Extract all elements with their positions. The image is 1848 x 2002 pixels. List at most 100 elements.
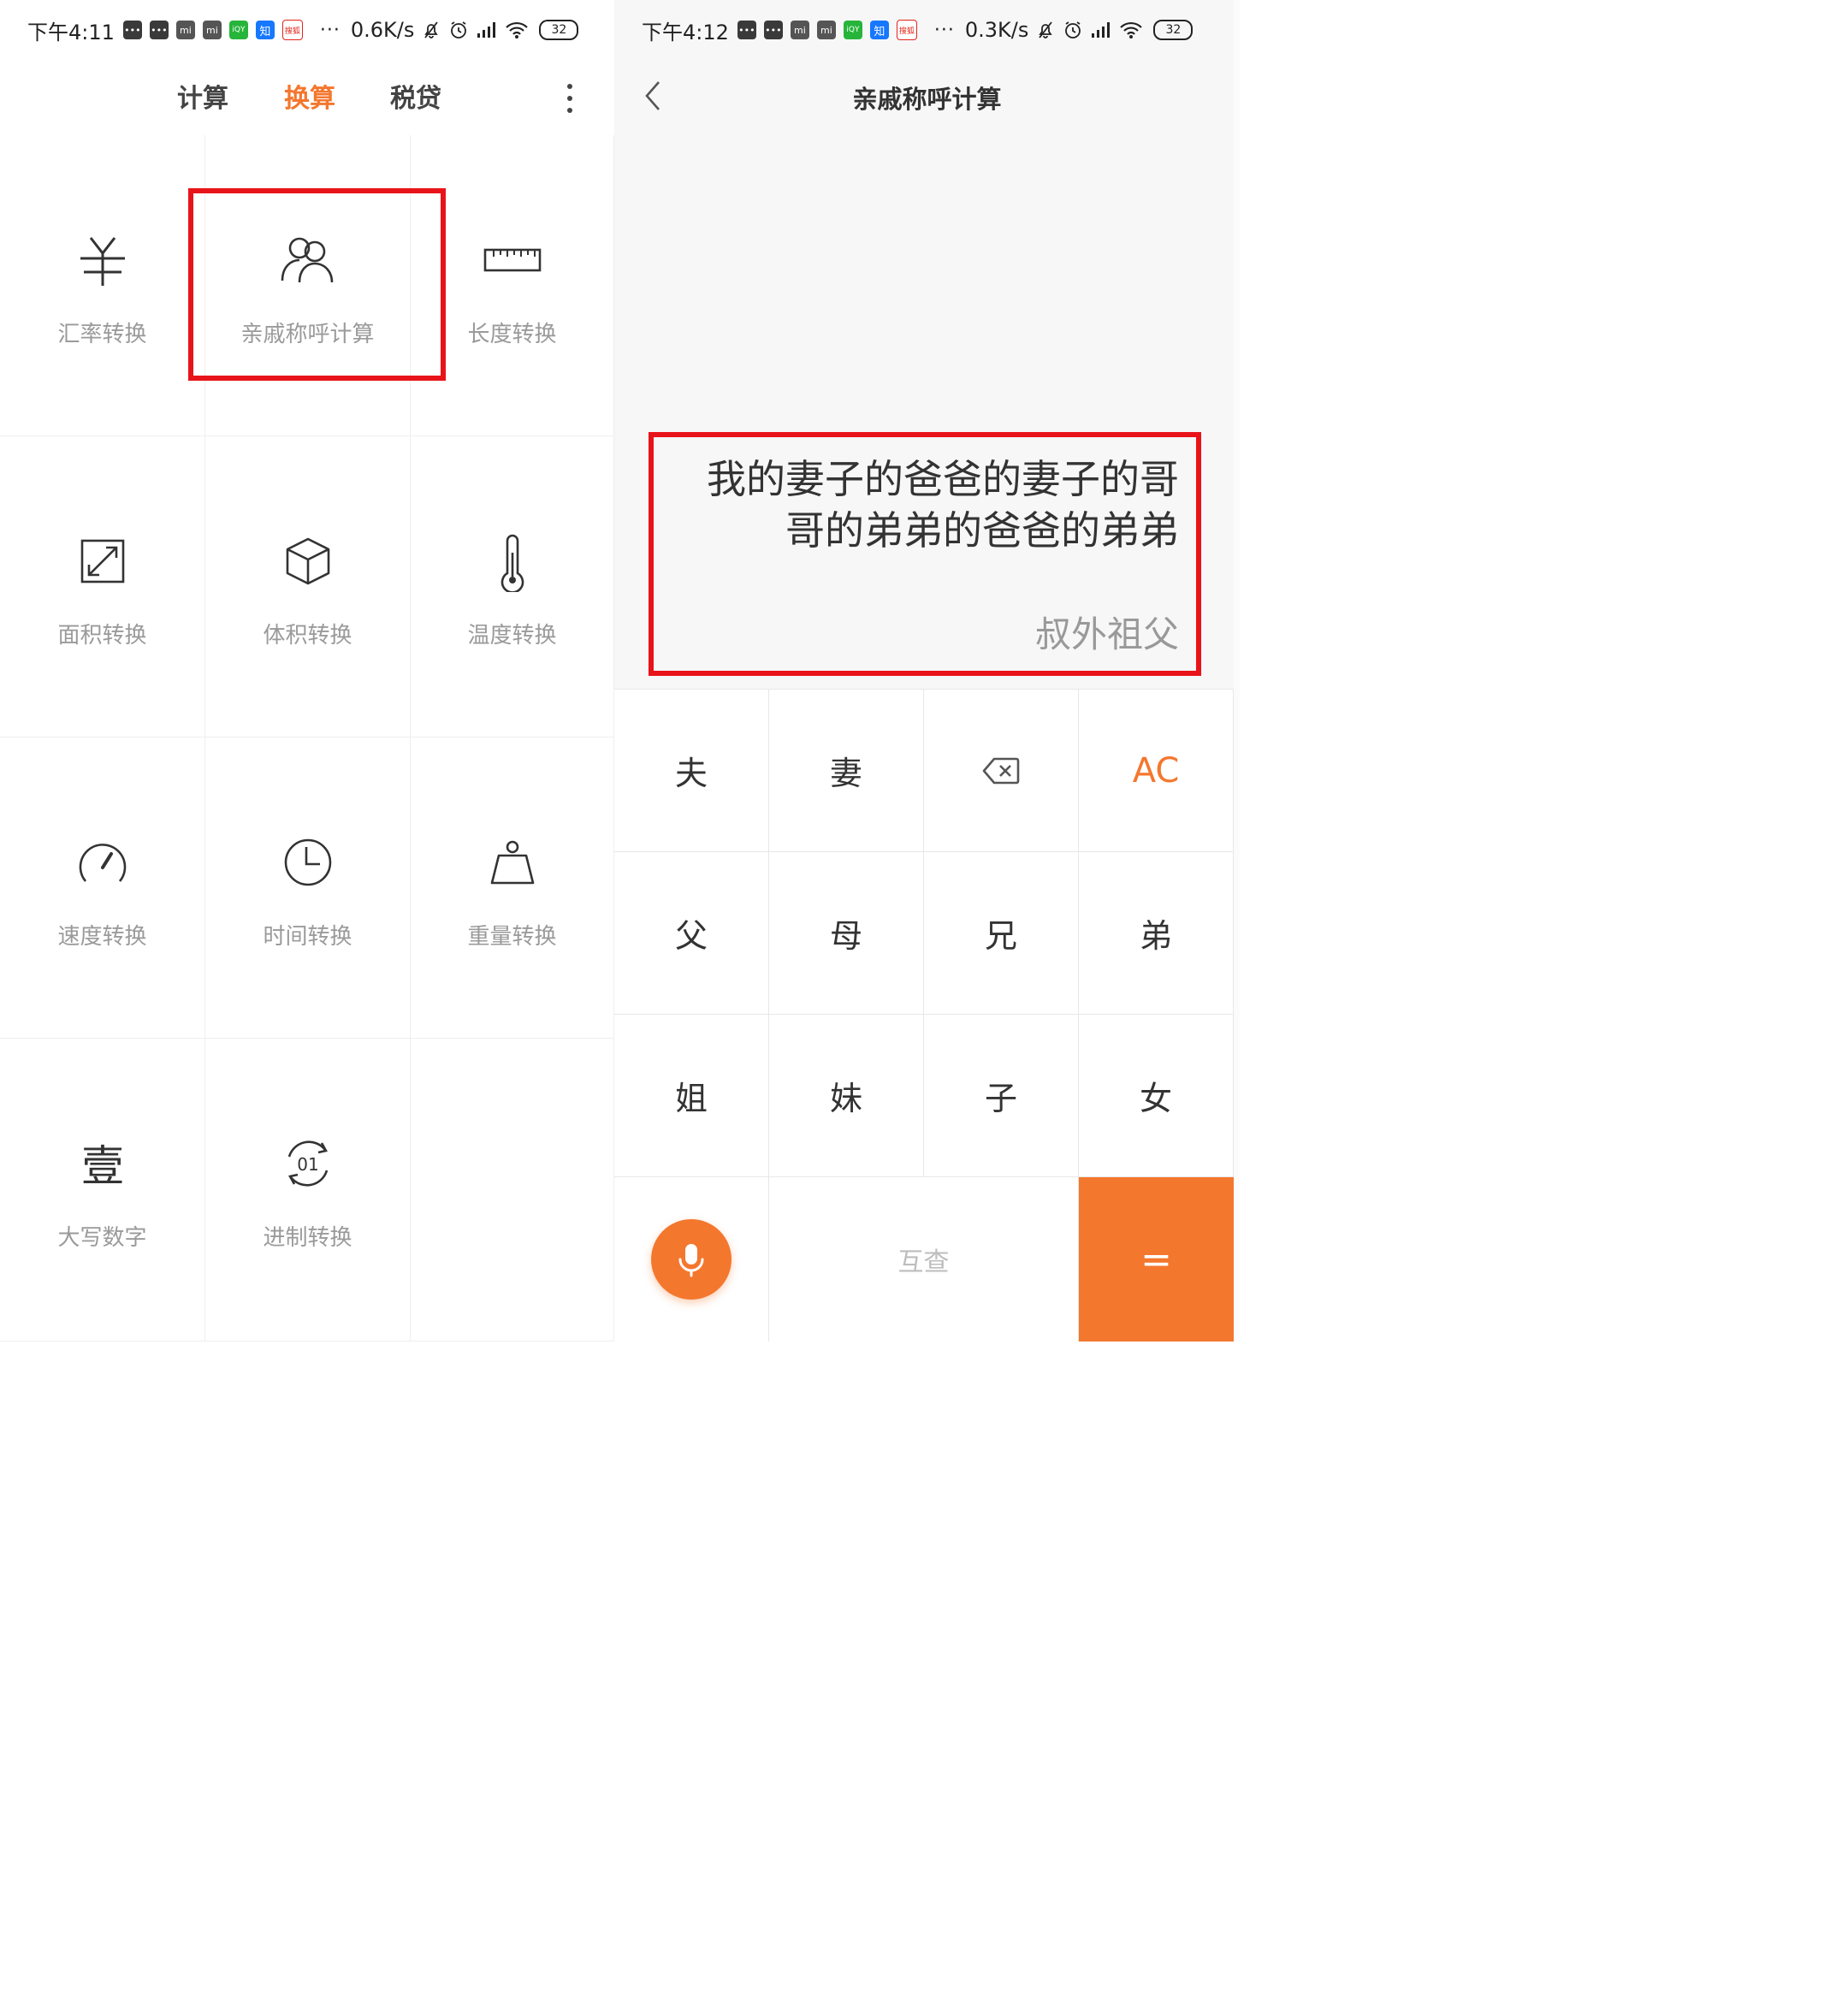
- notification-icons: ••• ••• mi mi iQY 知 搜狐: [122, 20, 303, 40]
- relation-display: 我的妻子的爸爸的妻子的哥 哥的弟弟的爸爸的弟弟 叔外祖父: [666, 453, 1179, 655]
- status-bar: 下午4:11 ••• ••• mi mi iQY 知 搜狐 ··· 0.6K/s…: [0, 0, 614, 60]
- tool-chinese-numerals[interactable]: 壹 大写数字: [0, 1039, 205, 1342]
- relation-keypad: 夫 妻 AC 父 母 兄 弟 姐 妹 子 女 互查 =: [614, 689, 1234, 1342]
- clear-button[interactable]: AC: [1079, 690, 1234, 852]
- iqiyi-icon: iQY: [843, 21, 862, 39]
- battery-indicator: 32: [1153, 20, 1194, 40]
- yen-icon: [80, 237, 125, 286]
- message-icon: •••: [737, 21, 756, 39]
- message-icon: •••: [149, 21, 169, 39]
- voice-input-button[interactable]: [651, 1219, 732, 1300]
- sohu-video-icon: 搜狐: [896, 20, 917, 40]
- top-tabs: 计算 换算 税贷: [0, 68, 614, 123]
- svg-text:01: 01: [297, 1154, 318, 1175]
- system-icons: 32: [1035, 20, 1194, 40]
- relation-expression-line1: 我的妻子的爸爸的妻子的哥: [707, 456, 1179, 502]
- key-wife[interactable]: 妻: [769, 690, 924, 852]
- equals-button[interactable]: =: [1079, 1177, 1234, 1342]
- tool-speed[interactable]: 速度转换: [0, 737, 205, 1039]
- tool-label: 进制转换: [263, 1225, 352, 1251]
- mute-icon: [424, 21, 439, 38]
- tool-area[interactable]: 面积转换: [0, 436, 205, 737]
- more-options-icon[interactable]: [560, 84, 580, 113]
- voice-input-cell: [614, 1177, 769, 1342]
- weight-icon: [490, 840, 534, 885]
- tool-label: 面积转换: [57, 623, 147, 649]
- tool-time[interactable]: 时间转换: [205, 737, 411, 1039]
- relation-expression-line2: 哥的弟弟的爸爸的弟弟: [785, 507, 1179, 554]
- tool-temperature[interactable]: 温度转换: [411, 436, 614, 737]
- right-screenshot: 下午4:12 ••• ••• mi mi iQY 知 搜狐 ··· 0.3K/s…: [614, 0, 1240, 1342]
- tool-label: 亲戚称呼计算: [240, 322, 375, 347]
- status-bar: 下午4:12 ••• ••• mi mi iQY 知 搜狐 ··· 0.3K/s…: [614, 0, 1240, 60]
- alarm-icon: [1065, 21, 1081, 38]
- clock-icon: [284, 838, 331, 886]
- network-speed: 0.3K/s: [964, 18, 1029, 42]
- key-daughter[interactable]: 女: [1079, 1015, 1234, 1177]
- tool-label: 体积转换: [263, 623, 352, 649]
- status-time: 下午4:12: [642, 20, 729, 44]
- system-icons: 32: [421, 20, 579, 40]
- key-elder-sister[interactable]: 姐: [614, 1015, 769, 1177]
- zhihu-icon: 知: [255, 21, 275, 39]
- key-elder-brother[interactable]: 兄: [924, 852, 1079, 1015]
- key-mother[interactable]: 母: [769, 852, 924, 1015]
- message-icon: •••: [763, 21, 783, 39]
- ruler-icon: [483, 248, 541, 272]
- battery-indicator: 32: [539, 20, 579, 40]
- tool-length[interactable]: 长度转换: [411, 135, 614, 436]
- key-husband[interactable]: 夫: [614, 690, 769, 852]
- left-screenshot: 下午4:11 ••• ••• mi mi iQY 知 搜狐 ··· 0.6K/s…: [0, 0, 614, 1342]
- key-son[interactable]: 子: [924, 1015, 1079, 1177]
- wifi-icon: [506, 21, 529, 38]
- speedometer-icon: [79, 844, 126, 882]
- tab-convert[interactable]: 换算: [284, 77, 335, 115]
- mi-store-icon: mi: [202, 21, 222, 39]
- tool-label: 汇率转换: [57, 322, 147, 347]
- tool-exchange-rate[interactable]: 汇率转换: [0, 135, 205, 436]
- key-younger-brother[interactable]: 弟: [1079, 852, 1234, 1015]
- base-convert-icon: 01: [287, 1140, 328, 1187]
- tab-tax-loan[interactable]: 税贷: [390, 77, 441, 115]
- mi-store-icon: mi: [816, 21, 836, 39]
- sohu-video-icon: 搜狐: [281, 20, 303, 40]
- signal-icon: [1092, 22, 1111, 38]
- mutual-lookup-button[interactable]: 互查: [769, 1177, 1079, 1342]
- mi-store-icon: mi: [175, 21, 195, 39]
- zhihu-icon: 知: [869, 21, 889, 39]
- alarm-icon: [451, 21, 467, 38]
- wifi-icon: [1120, 21, 1143, 38]
- tool-label: 时间转换: [263, 924, 352, 950]
- tool-label: 重量转换: [467, 924, 557, 950]
- svg-text:壹: 壹: [81, 1141, 124, 1191]
- signal-icon: [477, 22, 496, 38]
- backspace-button[interactable]: [924, 690, 1079, 852]
- more-notifications-icon: ···: [319, 19, 341, 41]
- thermometer-icon: [500, 534, 524, 592]
- tool-volume[interactable]: 体积转换: [205, 436, 411, 737]
- tool-label: 大写数字: [57, 1225, 147, 1251]
- tool-label: 长度转换: [467, 322, 557, 347]
- key-younger-sister[interactable]: 妹: [769, 1015, 924, 1177]
- tool-label: 速度转换: [57, 924, 147, 950]
- key-father[interactable]: 父: [614, 852, 769, 1015]
- cube-icon: [286, 537, 329, 585]
- chinese-numeral-icon: 壹: [81, 1141, 124, 1191]
- empty-cell: [411, 1039, 614, 1342]
- people-icon: [281, 237, 333, 283]
- tool-label: 温度转换: [467, 623, 557, 649]
- tab-calculate[interactable]: 计算: [177, 77, 228, 115]
- more-notifications-icon: ···: [933, 19, 955, 41]
- network-speed: 0.6K/s: [350, 18, 415, 42]
- mute-icon: [1039, 21, 1053, 38]
- tool-base-convert[interactable]: 01 进制转换: [205, 1039, 411, 1342]
- notification-icons: ••• ••• mi mi iQY 知 搜狐: [737, 20, 917, 40]
- page-title: 亲戚称呼计算: [852, 85, 1002, 114]
- relation-result: 叔外祖父: [1034, 613, 1179, 655]
- message-icon: •••: [122, 21, 142, 39]
- edge-strip: [1234, 0, 1240, 1342]
- status-time: 下午4:11: [27, 20, 115, 44]
- tool-relative-title[interactable]: 亲戚称呼计算: [205, 135, 411, 436]
- tool-weight[interactable]: 重量转换: [411, 737, 614, 1039]
- microphone-icon: [678, 1244, 704, 1277]
